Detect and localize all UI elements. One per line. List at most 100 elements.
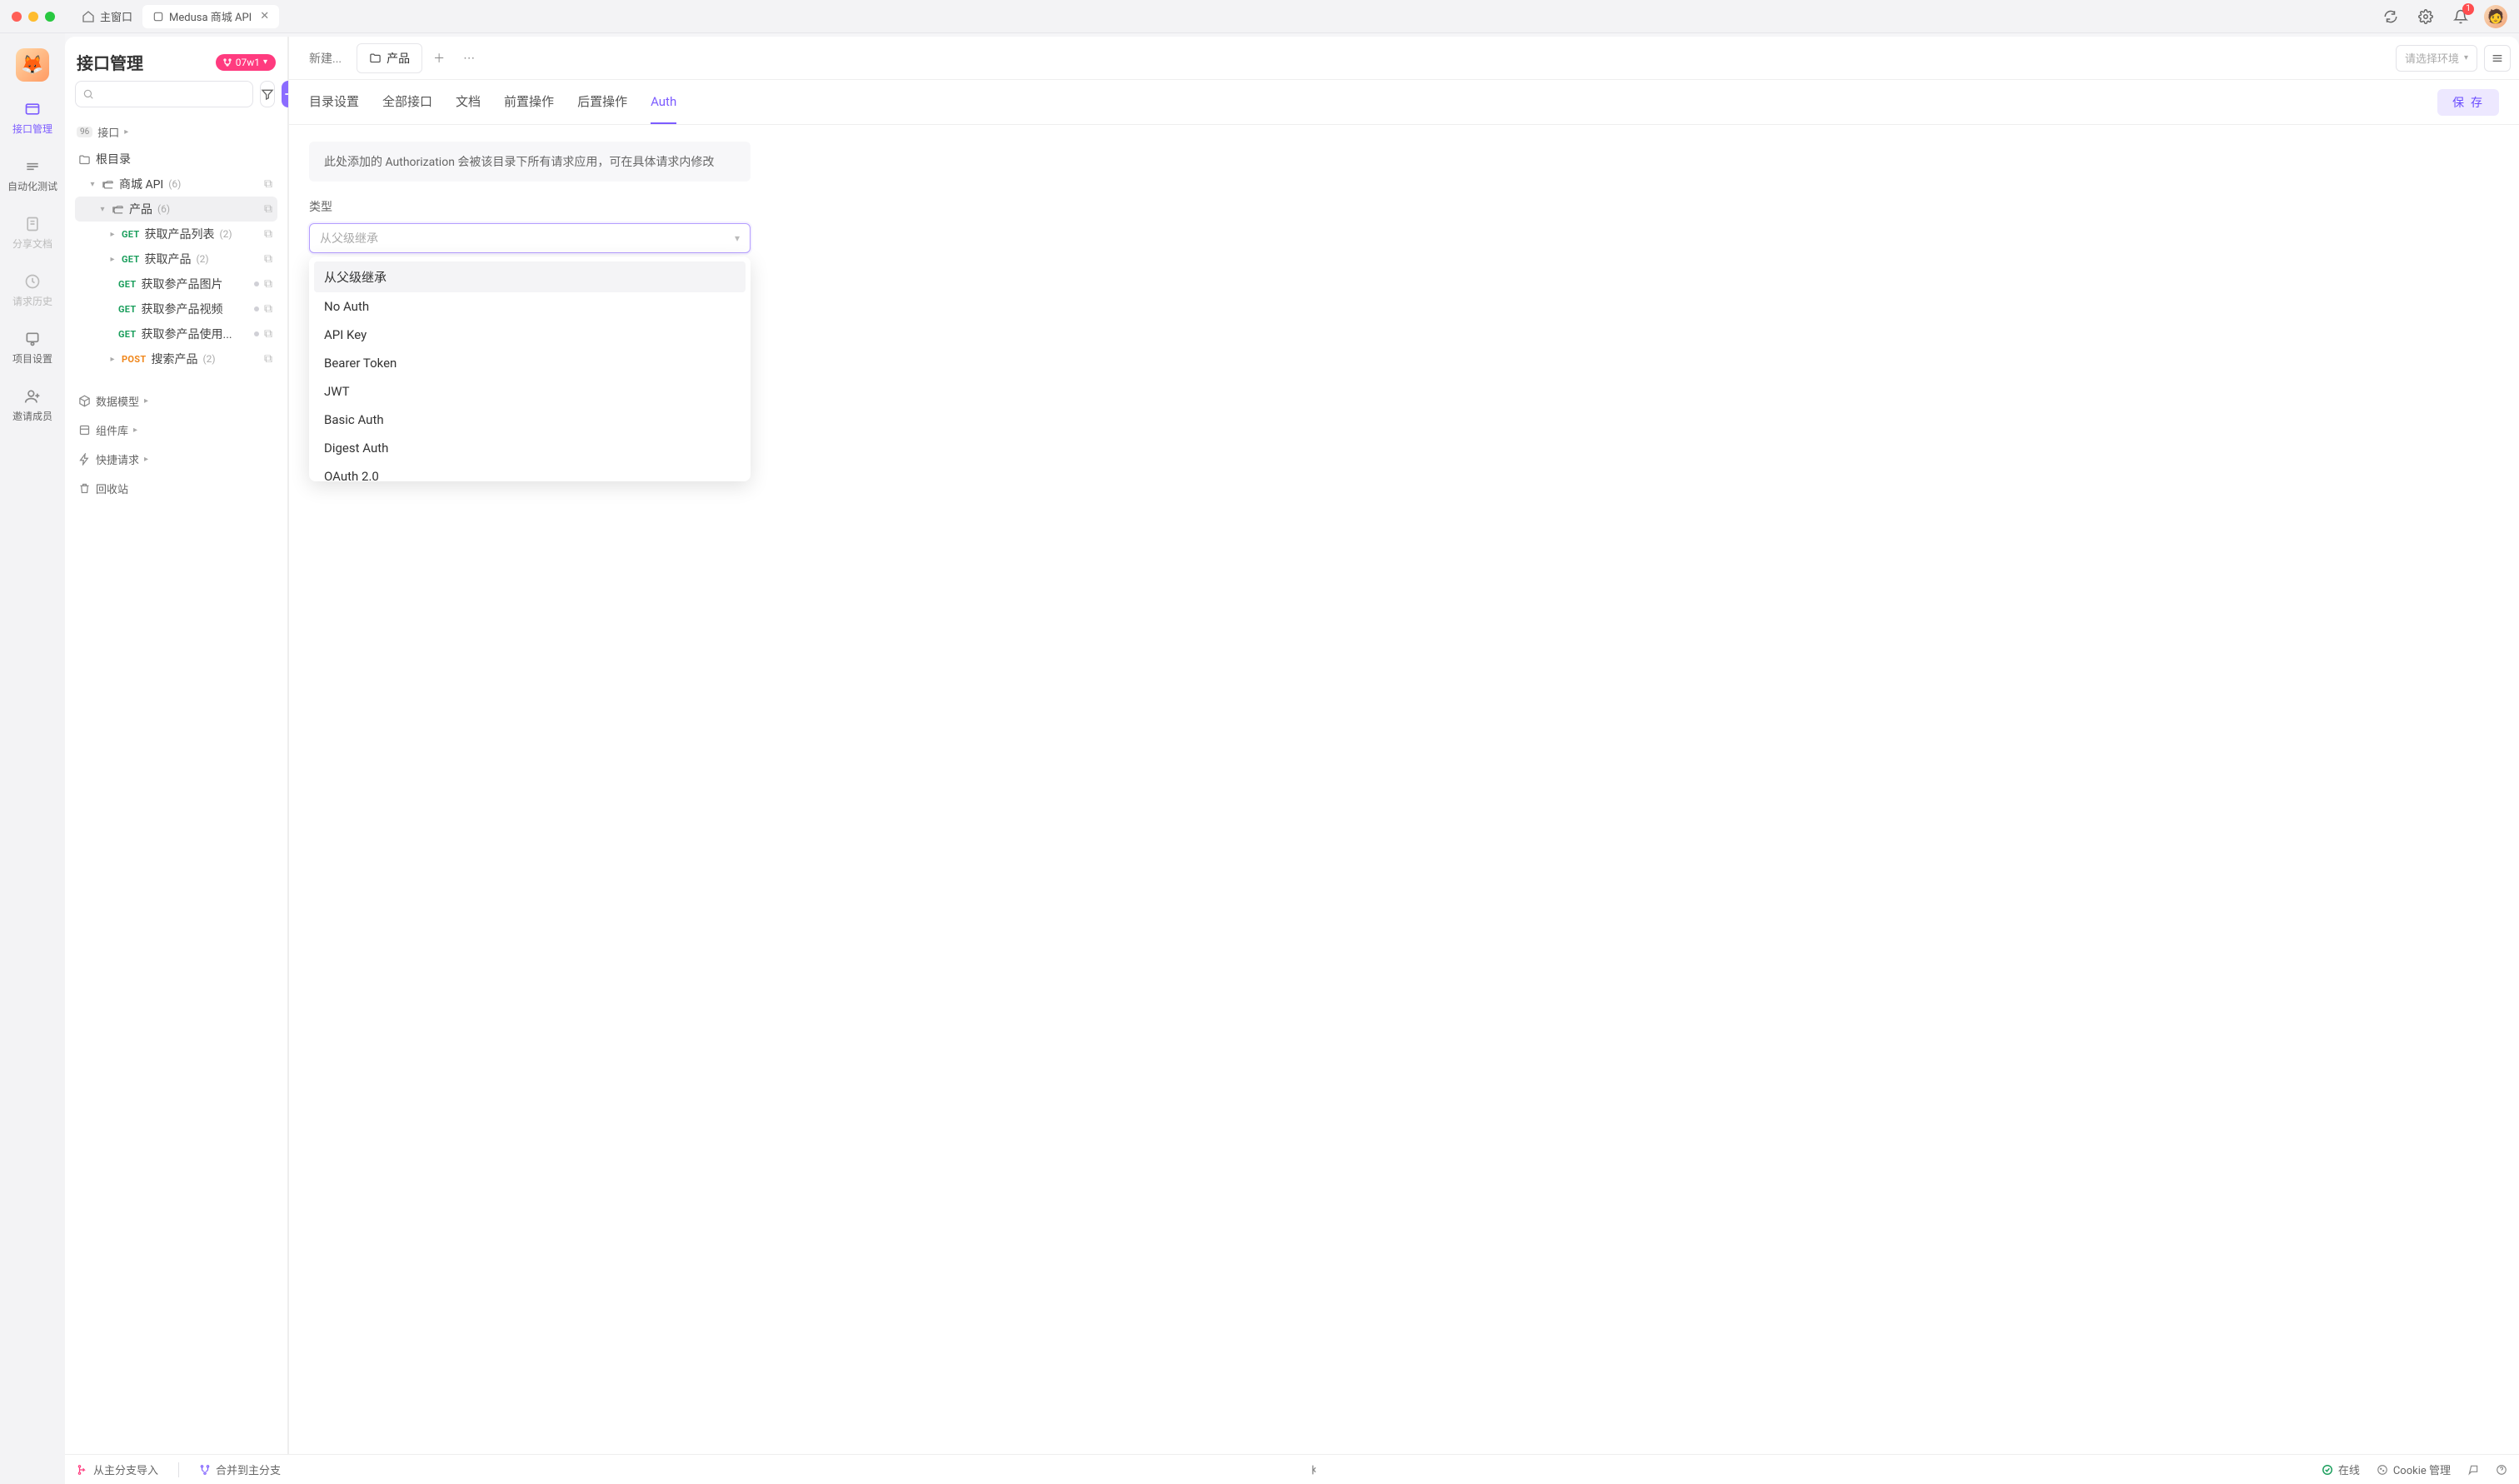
caret-down-icon: ▾ bbox=[98, 205, 107, 214]
tab-products[interactable]: 产品 bbox=[357, 43, 422, 73]
invite-icon bbox=[23, 387, 42, 406]
tree-endpoint[interactable]: ▸ GET 获取产品列表 (2) ⧉ bbox=[75, 222, 277, 247]
window-titlebar: 主窗口 Medusa 商城 API ✕ 1 🧑 bbox=[0, 0, 2519, 33]
endpoint-name: 获取参产品使用... bbox=[142, 326, 232, 342]
tab-more-button[interactable]: ⋯ bbox=[456, 45, 482, 72]
settings-button[interactable] bbox=[2414, 5, 2437, 28]
sb-merge-branch[interactable]: 合并到主分支 bbox=[199, 1462, 281, 1477]
section-components[interactable]: 组件库 ▸ bbox=[75, 416, 277, 445]
env-selector[interactable]: 请选择环境 ▾ bbox=[2396, 45, 2477, 72]
window-tab-project-label: Medusa 商城 API bbox=[169, 8, 252, 24]
link-icon[interactable]: ⧉ bbox=[264, 327, 272, 341]
chevron-down-icon: ▾ bbox=[735, 232, 740, 244]
nav-project-settings[interactable]: 项目设置 bbox=[0, 326, 65, 369]
branch-pill[interactable]: 07w1 ▾ bbox=[216, 54, 276, 71]
caret-right-icon: ▸ bbox=[124, 127, 128, 137]
dropdown-option[interactable]: Bearer Token bbox=[314, 349, 746, 377]
folder-open-icon bbox=[112, 203, 124, 216]
dropdown-option[interactable]: No Auth bbox=[314, 292, 746, 321]
nav-invite[interactable]: 邀请成员 bbox=[0, 384, 65, 426]
chevron-down-icon: ▾ bbox=[2464, 53, 2468, 62]
section-api-header[interactable]: 96 接口 ▸ bbox=[75, 121, 277, 143]
refresh-button[interactable] bbox=[2379, 5, 2402, 28]
auth-type-select[interactable]: 从父级继承 ▾ bbox=[309, 223, 751, 253]
user-avatar[interactable]: 🧑 bbox=[2484, 5, 2507, 28]
subtab-all-apis[interactable]: 全部接口 bbox=[382, 80, 432, 124]
filter-button[interactable] bbox=[260, 81, 275, 107]
tree-endpoint[interactable]: ▸ POST 搜索产品 (2) ⧉ bbox=[75, 346, 277, 371]
tree-endpoint[interactable]: ▸ GET 获取产品 (2) ⧉ bbox=[75, 247, 277, 271]
window-tab-project[interactable]: Medusa 商城 API ✕ bbox=[142, 5, 279, 28]
window-tab-home-label: 主窗口 bbox=[100, 8, 132, 24]
endpoint-name: 搜索产品 bbox=[151, 351, 197, 367]
tab-new[interactable]: 新建... bbox=[297, 43, 353, 73]
link-icon[interactable]: ⧉ bbox=[264, 277, 272, 291]
auth-type-placeholder: 从父级继承 bbox=[320, 230, 378, 247]
sb-import-branch[interactable]: 从主分支导入 bbox=[77, 1462, 158, 1477]
tab-add-button[interactable]: ＋ bbox=[426, 45, 452, 72]
close-window-button[interactable] bbox=[12, 12, 22, 22]
link-icon[interactable]: ⧉ bbox=[264, 227, 272, 241]
nav-automation[interactable]: 自动化测试 bbox=[0, 154, 65, 197]
subtab-post-actions[interactable]: 后置操作 bbox=[577, 80, 627, 124]
section-trash[interactable]: 回收站 bbox=[75, 474, 277, 503]
subtab-docs[interactable]: 文档 bbox=[456, 80, 481, 124]
section-quick-request[interactable]: 快捷请求 ▸ bbox=[75, 445, 277, 474]
link-icon[interactable]: ⧉ bbox=[264, 352, 272, 366]
sidebar-search-input[interactable] bbox=[99, 88, 246, 101]
sb-help[interactable] bbox=[2496, 1464, 2507, 1476]
sb-collapse-sidebar[interactable] bbox=[1308, 1463, 1321, 1477]
subtab-directory-settings[interactable]: 目录设置 bbox=[309, 80, 359, 124]
nav-rail: 🦊 接口管理 自动化测试 分享文档 请求历史 项目设置 bbox=[0, 33, 65, 1454]
nav-history[interactable]: 请求历史 bbox=[0, 269, 65, 311]
tree-group-mall[interactable]: ▾ 商城 API (6) ⧉ bbox=[75, 172, 277, 197]
notifications-button[interactable]: 1 bbox=[2449, 5, 2472, 28]
dropdown-option[interactable]: API Key bbox=[314, 321, 746, 349]
maximize-window-button[interactable] bbox=[45, 12, 55, 22]
sb-feedback[interactable] bbox=[2467, 1464, 2479, 1476]
nav-automation-label: 自动化测试 bbox=[7, 179, 57, 193]
endpoint-name: 获取参产品视频 bbox=[142, 301, 223, 317]
share-icon bbox=[23, 215, 42, 233]
auth-content: 此处添加的 Authorization 会被该目录下所有请求应用，可在具体请求内… bbox=[289, 125, 2519, 498]
link-icon[interactable]: ⧉ bbox=[264, 252, 272, 266]
caret-right-icon: ▸ bbox=[108, 230, 117, 239]
tree-endpoint[interactable]: GET 获取参产品图片 ⧉ bbox=[75, 271, 277, 296]
window-tab-home[interactable]: 主窗口 bbox=[72, 5, 142, 28]
status-bar: 从主分支导入 合并到主分支 在线 Cookie 管理 bbox=[65, 1454, 2519, 1484]
subtab-pre-actions[interactable]: 前置操作 bbox=[504, 80, 554, 124]
online-icon bbox=[2322, 1464, 2333, 1476]
tree-root[interactable]: 根目录 bbox=[75, 147, 277, 172]
endpoint-name: 获取产品列表 bbox=[145, 226, 215, 242]
nav-share-docs[interactable]: 分享文档 bbox=[0, 212, 65, 254]
dropdown-option[interactable]: JWT bbox=[314, 377, 746, 406]
dropdown-option[interactable]: 从父级继承 bbox=[314, 261, 746, 292]
dropdown-option[interactable]: Basic Auth bbox=[314, 406, 746, 434]
sb-online[interactable]: 在线 bbox=[2322, 1462, 2360, 1477]
close-tab-icon[interactable]: ✕ bbox=[260, 10, 269, 22]
nav-api-management[interactable]: 接口管理 bbox=[0, 97, 65, 139]
tree-folder-products-label: 产品 bbox=[129, 201, 152, 217]
tree-endpoint[interactable]: GET 获取参产品使用... ⧉ bbox=[75, 321, 277, 346]
app-logo[interactable]: 🦊 bbox=[16, 48, 49, 82]
ellipsis-icon: ⋯ bbox=[463, 52, 475, 65]
dropdown-option[interactable]: OAuth 2.0 bbox=[314, 462, 746, 481]
link-icon[interactable]: ⧉ bbox=[264, 302, 272, 316]
dropdown-option[interactable]: Digest Auth bbox=[314, 434, 746, 462]
link-icon[interactable]: ⧉ bbox=[264, 202, 272, 216]
box-icon bbox=[78, 424, 91, 436]
env-settings-button[interactable] bbox=[2484, 45, 2511, 72]
tree-endpoint[interactable]: GET 获取参产品视频 ⧉ bbox=[75, 296, 277, 321]
tree-folder-products[interactable]: ▾ 产品 (6) ⧉ bbox=[75, 197, 277, 222]
divider bbox=[178, 1462, 179, 1477]
link-icon[interactable]: ⧉ bbox=[264, 177, 272, 191]
section-data-model[interactable]: 数据模型 ▸ bbox=[75, 386, 277, 416]
section-api-label: 接口 bbox=[97, 124, 119, 140]
sidebar-search[interactable] bbox=[75, 81, 253, 107]
sb-cookie[interactable]: Cookie 管理 bbox=[2377, 1462, 2451, 1477]
minimize-window-button[interactable] bbox=[28, 12, 38, 22]
method-badge: GET bbox=[122, 254, 140, 265]
endpoint-count: (2) bbox=[202, 353, 215, 365]
save-button[interactable]: 保 存 bbox=[2437, 89, 2499, 116]
subtab-auth[interactable]: Auth bbox=[651, 80, 676, 124]
